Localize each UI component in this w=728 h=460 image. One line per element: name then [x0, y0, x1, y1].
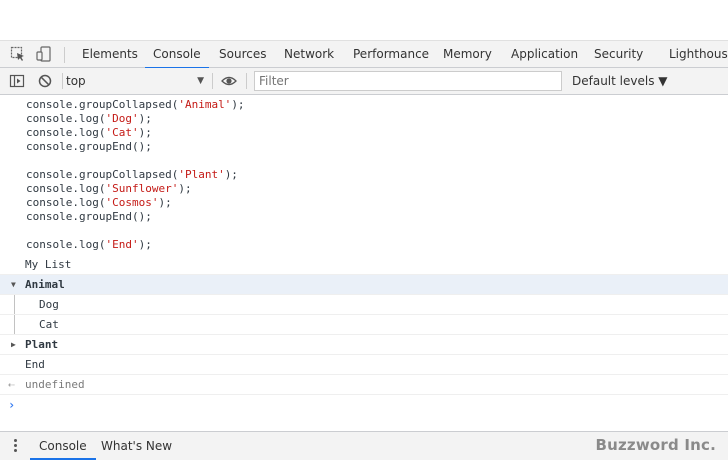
console-output[interactable]: console.groupCollapsed('Animal'); consol…	[0, 95, 728, 431]
log-text: My List	[25, 258, 72, 271]
return-arrow-icon: ⇠	[8, 378, 15, 391]
dropdown-arrow-icon: ▼	[197, 76, 204, 86]
tab-lighthouse[interactable]: Lighthouse	[669, 41, 728, 68]
drawer-tabbar: Console What's New Buzzword Inc.	[0, 431, 728, 460]
console-input-echo: console.groupCollapsed('Animal'); consol…	[26, 98, 245, 251]
log-levels-dropdown[interactable]: Default levels ▼	[572, 71, 668, 91]
inspect-element-icon[interactable]	[10, 46, 26, 62]
console-prompt-row[interactable]: ›	[0, 395, 728, 415]
tab-security[interactable]: Security	[594, 41, 643, 68]
dropdown-arrow-icon: ▼	[658, 74, 668, 88]
log-row-dog: Dog	[0, 295, 728, 315]
page-top-area	[0, 0, 728, 40]
log-row-cat: Cat	[0, 315, 728, 335]
group-label: Animal	[25, 278, 65, 291]
sidebar-toggle-icon[interactable]	[9, 73, 25, 89]
context-value: top	[66, 74, 86, 88]
live-expression-eye-icon[interactable]	[221, 73, 237, 89]
return-value: undefined	[25, 378, 85, 391]
group-header-animal[interactable]: ▼ Animal	[0, 275, 728, 295]
context-selector[interactable]: top ▼	[66, 71, 208, 91]
more-menu-icon[interactable]	[14, 439, 18, 453]
log-text: End	[25, 358, 45, 371]
collapsed-triangle-icon[interactable]: ▶	[11, 335, 16, 355]
tab-elements[interactable]: Elements	[82, 41, 138, 68]
devtools-tabbar: Elements Console Sources Network Perform…	[0, 40, 728, 69]
log-row-my-list: My List	[0, 255, 728, 275]
tab-sources[interactable]: Sources	[219, 41, 266, 68]
return-value-row: ⇠ undefined	[0, 375, 728, 395]
tab-application[interactable]: Application	[511, 41, 578, 68]
device-toolbar-icon[interactable]	[36, 46, 52, 62]
toolbar-separator	[246, 73, 247, 89]
toolbar-separator	[212, 73, 213, 89]
log-text: Cat	[39, 318, 59, 331]
prompt-chevron-icon: ›	[8, 398, 16, 412]
tab-console[interactable]: Console	[145, 41, 209, 69]
tabbar-separator	[64, 47, 65, 63]
log-row-end: End	[0, 355, 728, 375]
group-header-plant[interactable]: ▶ Plant	[0, 335, 728, 355]
log-text: Dog	[39, 298, 59, 311]
drawer-tab-whats-new[interactable]: What's New	[101, 432, 172, 460]
filter-input[interactable]	[254, 71, 562, 91]
expanded-triangle-icon[interactable]: ▼	[11, 275, 16, 295]
clear-console-icon[interactable]	[37, 73, 53, 89]
tab-memory[interactable]: Memory	[443, 41, 492, 68]
console-toolbar: top ▼ Default levels ▼	[0, 68, 728, 95]
drawer-tab-console[interactable]: Console	[30, 432, 96, 460]
toolbar-separator	[62, 73, 63, 89]
tab-network[interactable]: Network	[284, 41, 334, 68]
log-levels-label: Default levels	[572, 74, 655, 88]
tab-performance[interactable]: Performance	[353, 41, 429, 68]
group-label: Plant	[25, 338, 59, 351]
brand-watermark: Buzzword Inc.	[595, 436, 716, 454]
